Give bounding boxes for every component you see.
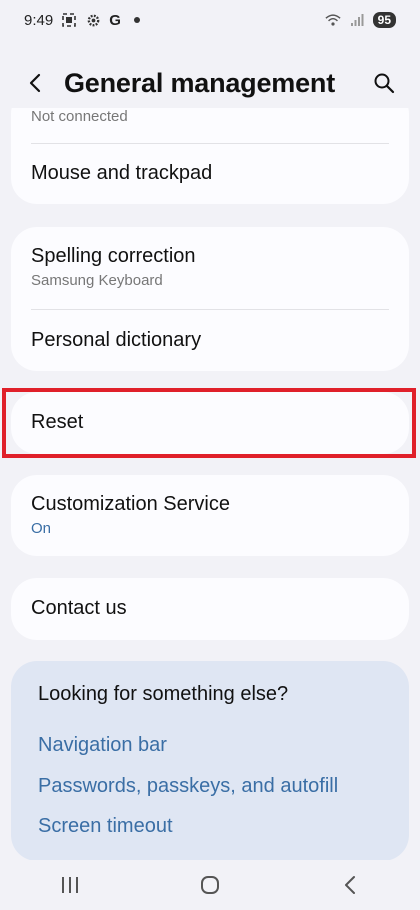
app-bar: General management: [0, 58, 420, 108]
list-item-subtitle: Not connected: [31, 108, 128, 125]
card-input-devices: Not connected Mouse and trackpad: [11, 108, 409, 204]
list-item-subtitle: Samsung Keyboard: [31, 272, 163, 289]
notification-dot-icon: [129, 12, 145, 28]
system-nav-bar: [0, 860, 420, 910]
link-navigation-bar[interactable]: Navigation bar: [38, 734, 167, 757]
divider: [31, 143, 389, 144]
home-icon: [201, 876, 219, 894]
list-item-title: Contact us: [31, 597, 127, 619]
reset-highlight-box: [2, 388, 416, 458]
search-icon: [374, 73, 395, 94]
card-contact[interactable]: Contact us: [11, 578, 409, 640]
battery-indicator: 95: [372, 12, 396, 28]
back-button[interactable]: [16, 63, 56, 103]
list-item-status: On: [31, 520, 52, 537]
suggestions-title: Looking for something else?: [38, 683, 289, 705]
system-back-button[interactable]: [320, 865, 380, 905]
google-icon: G: [109, 11, 121, 29]
list-item-title: Spelling correction: [31, 245, 196, 267]
search-button[interactable]: [364, 63, 404, 103]
list-item-customization-service[interactable]: Customization Service On: [31, 493, 389, 537]
link-screen-timeout[interactable]: Screen timeout: [38, 815, 173, 838]
link-passwords-passkeys-autofill[interactable]: Passwords, passkeys, and autofill: [38, 775, 338, 798]
status-right: 95: [325, 12, 396, 28]
list-item-title: Personal dictionary: [31, 329, 202, 351]
screenshot-icon: [61, 12, 77, 28]
suggestions-card: Looking for something else? Navigation b…: [11, 661, 409, 860]
wifi-icon: [325, 12, 341, 28]
list-item-title: Mouse and trackpad: [31, 162, 213, 184]
settings-list[interactable]: Not connected Mouse and trackpad Spellin…: [0, 108, 420, 860]
recent-apps-button[interactable]: [40, 865, 100, 905]
list-item-spelling-correction[interactable]: Spelling correction Samsung Keyboard: [31, 245, 389, 289]
status-bar: 9:49 G 95: [0, 0, 420, 40]
card-customization[interactable]: Customization Service On: [11, 475, 409, 556]
list-item-title: Customization Service: [31, 493, 230, 515]
status-time: 9:49: [24, 11, 54, 29]
page-title: General management: [64, 67, 336, 98]
list-item-personal-dictionary[interactable]: Personal dictionary: [31, 329, 389, 352]
signal-icon: [349, 12, 365, 28]
recent-apps-icon: [62, 877, 78, 893]
back-icon: [345, 876, 355, 894]
list-item-contact-us[interactable]: Contact us: [31, 597, 389, 620]
list-item-connection[interactable]: Not connected: [31, 108, 389, 125]
chevron-left-icon: [29, 73, 41, 93]
card-keyboard: Spelling correction Samsung Keyboard Per…: [11, 227, 409, 371]
gear-icon: [85, 12, 101, 28]
home-button[interactable]: [180, 865, 240, 905]
divider: [31, 309, 389, 310]
list-item-mouse-trackpad[interactable]: Mouse and trackpad: [31, 162, 389, 185]
status-left: 9:49 G: [24, 12, 145, 29]
